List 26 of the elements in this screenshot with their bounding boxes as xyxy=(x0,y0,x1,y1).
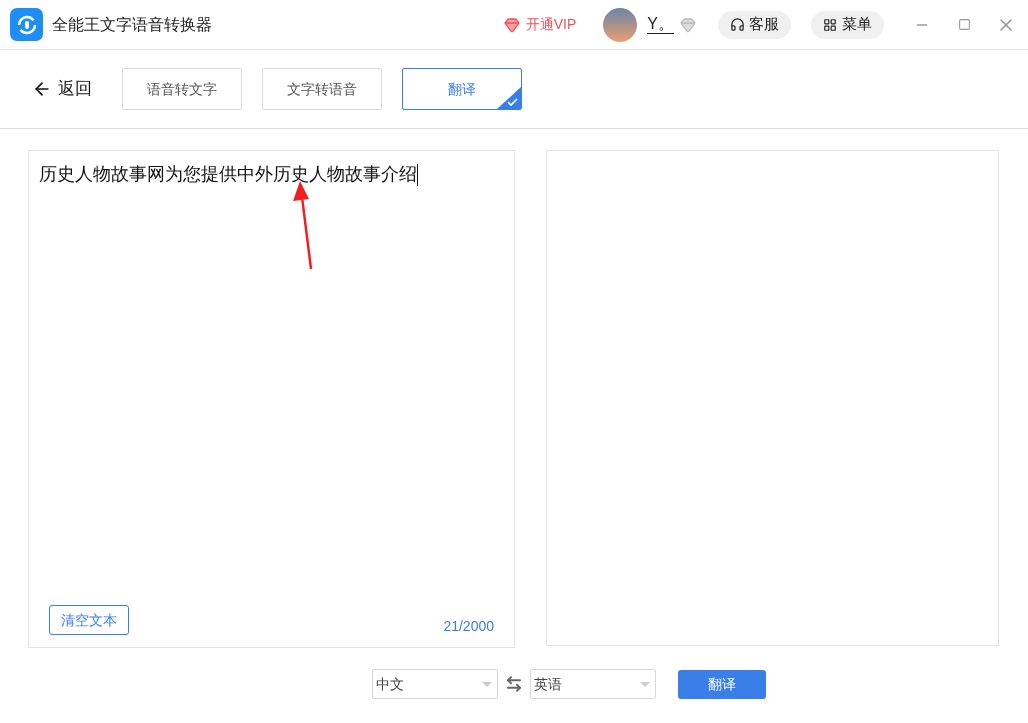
app-logo-icon xyxy=(10,8,43,41)
dropdown-caret-icon xyxy=(482,681,492,687)
source-language-select[interactable]: 中文 xyxy=(372,669,498,699)
dropdown-caret-icon xyxy=(640,681,650,687)
character-count: 21/2000 xyxy=(443,617,494,636)
window-title: 全能王文字语音转换器 xyxy=(52,14,212,35)
user-name: Y。 xyxy=(647,15,674,34)
gem-icon xyxy=(503,16,520,33)
back-button[interactable]: 返回 xyxy=(32,76,92,102)
mode-tab[interactable]: 翻译 xyxy=(402,68,522,110)
service-button[interactable]: 客服 xyxy=(718,10,791,39)
vip-link[interactable]: 开通VIP xyxy=(503,14,577,35)
grid-icon xyxy=(823,17,837,32)
translate-button[interactable]: 翻译 xyxy=(678,669,766,699)
maximize-icon[interactable] xyxy=(957,18,971,31)
headset-icon xyxy=(730,17,745,32)
target-language-select[interactable]: 英语 xyxy=(530,669,656,699)
avatar xyxy=(603,7,638,42)
mode-tab[interactable]: 文字转语音 xyxy=(262,68,382,110)
selected-check-icon xyxy=(497,87,521,109)
mode-tab[interactable]: 语音转文字 xyxy=(122,68,242,110)
source-text-field[interactable]: 历史人物故事网为您提供中外历史人物故事介绍 xyxy=(29,151,514,188)
menu-button[interactable]: 菜单 xyxy=(811,10,884,39)
gem-icon xyxy=(680,16,696,33)
clear-text-button[interactable]: 清空文本 xyxy=(49,605,129,635)
swap-icon[interactable] xyxy=(505,675,523,693)
